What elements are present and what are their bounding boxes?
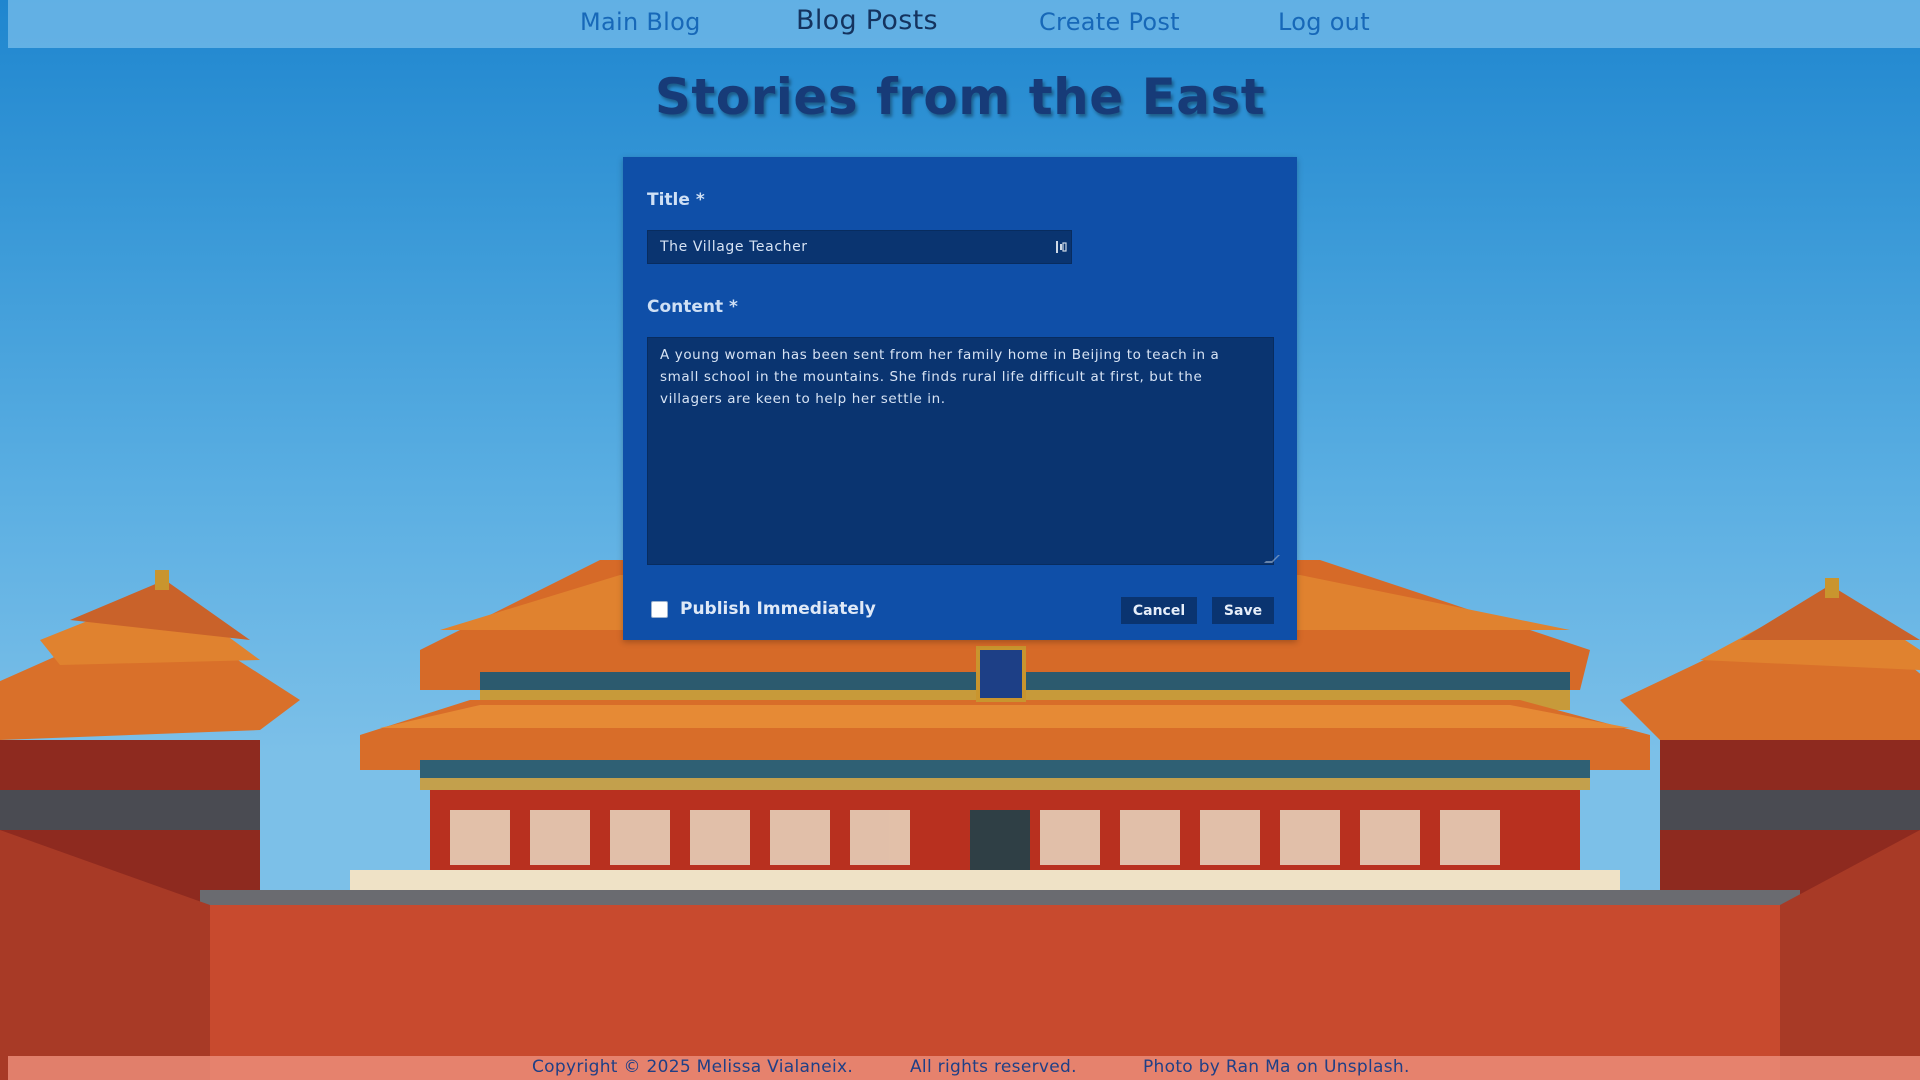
nav-main-blog[interactable]: Main Blog	[580, 8, 701, 36]
content-label: Content *	[647, 297, 738, 317]
footer-copyright: Copyright © 2025 Melissa Vialaneix.	[532, 1057, 854, 1077]
footer-photo-credit: Photo by Ran Ma on Unsplash.	[1143, 1057, 1410, 1077]
title-label: Title *	[647, 190, 705, 210]
left-pavilion	[0, 570, 300, 920]
nav-log-out[interactable]: Log out	[1278, 8, 1370, 36]
footer: Copyright © 2025 Melissa Vialaneix. All …	[8, 1056, 1920, 1080]
publish-toggle[interactable]: Publish Immediately	[651, 599, 876, 619]
cancel-button[interactable]: Cancel	[1121, 597, 1197, 624]
password-manager-icon[interactable]	[1055, 239, 1067, 255]
publish-checkbox[interactable]	[651, 600, 668, 618]
top-navigation: Main Blog Blog Posts Create Post Log out	[8, 0, 1920, 48]
nav-blog-posts[interactable]: Blog Posts	[796, 5, 938, 36]
title-input[interactable]	[647, 230, 1072, 264]
red-wall	[0, 905, 1920, 1080]
post-form: Title * Content * A young woman has been…	[623, 157, 1297, 640]
page-title: Stories from the East	[654, 68, 1266, 126]
publish-label: Publish Immediately	[680, 599, 876, 619]
save-button[interactable]: Save	[1212, 597, 1274, 624]
footer-rights: All rights reserved.	[910, 1057, 1077, 1077]
nav-create-post[interactable]: Create Post	[1039, 8, 1180, 36]
right-pavilion	[1620, 578, 1920, 920]
content-textarea[interactable]: A young woman has been sent from her fam…	[647, 337, 1274, 565]
